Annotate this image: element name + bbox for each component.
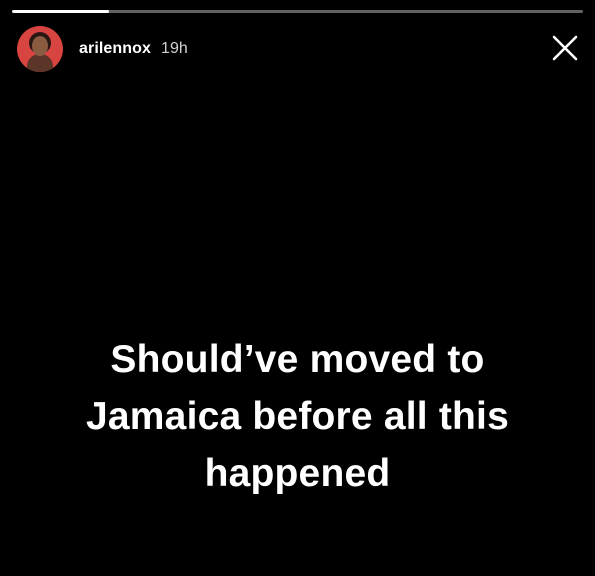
story-progress-bar: [12, 10, 583, 13]
story-viewer[interactable]: arilennox 19h Should’ve moved to Jamaica…: [0, 0, 595, 576]
close-icon[interactable]: [551, 34, 579, 62]
username[interactable]: arilennox: [79, 40, 151, 58]
story-header: arilennox 19h: [17, 26, 188, 72]
caption-line-3: happened: [204, 452, 391, 495]
caption-line-1: Should’ve moved to: [110, 338, 485, 381]
post-time: 19h: [161, 40, 188, 57]
avatar[interactable]: [17, 26, 63, 72]
close-icon-svg: [552, 35, 578, 61]
story-progress-fill: [12, 10, 110, 13]
story-caption: Should’ve moved to Jamaica before all th…: [30, 331, 565, 502]
caption-line-2: Jamaica before all this: [86, 395, 509, 438]
